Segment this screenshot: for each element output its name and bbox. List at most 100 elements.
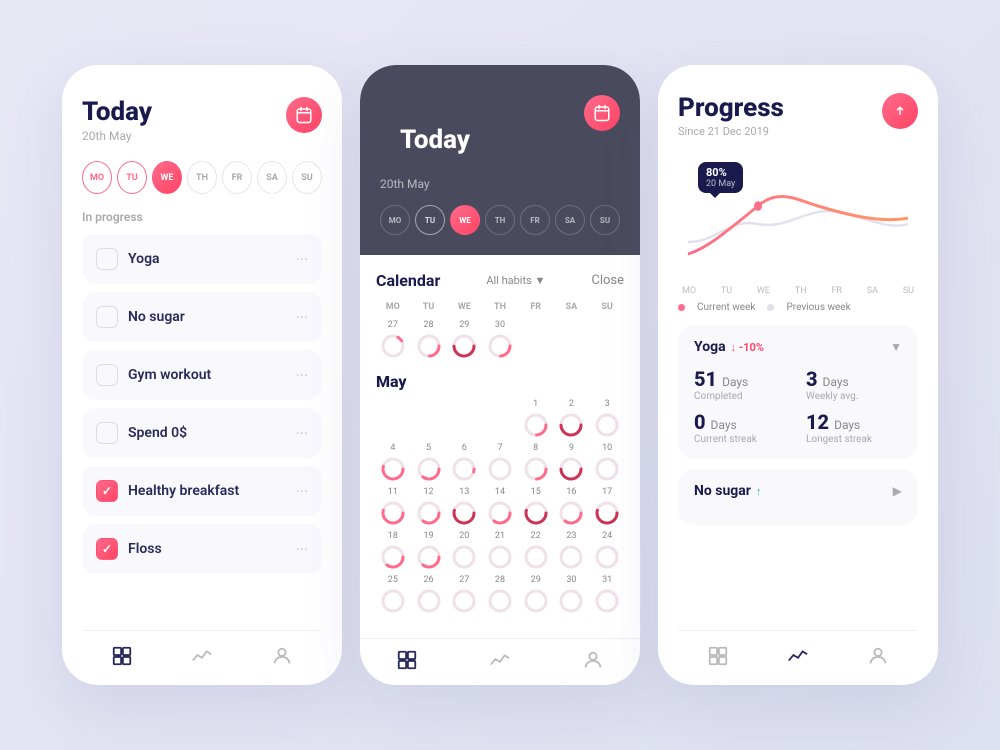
mid-day-sa[interactable]: SA [555,205,585,235]
mid-nav-profile[interactable] [582,649,604,671]
mid-day-tu[interactable]: TU [415,205,445,235]
mid-bottom-nav [360,638,640,685]
day-mo[interactable]: MO [82,161,112,194]
cal-cell-18[interactable]: 18 [376,531,410,571]
cal-cell-28[interactable]: 28 [412,320,446,360]
cal-cell-16[interactable]: 16 [555,487,589,527]
cal-cell-3[interactable]: 3 [590,399,624,439]
cal-cell-7[interactable]: 7 [483,443,517,483]
habit-no-sugar[interactable]: No sugar ··· [82,292,322,342]
cal-cell-9[interactable]: 9 [555,443,589,483]
cal-cell-5[interactable]: 5 [412,443,446,483]
tooltip-date: 20 May [706,179,735,189]
chart-tooltip: 80% 20 May [698,162,743,193]
day-th[interactable]: TH [187,161,217,194]
yoga-completed: 51 Days Completed [694,367,790,402]
mid-day-we[interactable]: WE [450,205,480,235]
cal-cell-31[interactable]: 31 [590,575,624,615]
habit-spend[interactable]: Spend 0$ ··· [82,408,322,458]
yoga-menu[interactable]: ··· [295,250,308,269]
no-sugar-expand[interactable]: ▶ [893,484,902,498]
yoga-check[interactable] [96,248,118,270]
no-sugar-check[interactable] [96,306,118,328]
no-sugar-menu[interactable]: ··· [295,308,308,327]
cal-cell-6[interactable]: 6 [447,443,481,483]
nav-tasks[interactable] [111,645,133,667]
cal-title: Calendar [376,271,440,290]
cal-cell-30[interactable]: 30 [483,320,517,360]
cal-cell-11[interactable]: 11 [376,487,410,527]
cal-close[interactable]: Close [591,273,624,288]
mid-day-fr[interactable]: FR [520,205,550,235]
mid-nav-tasks[interactable] [396,649,418,671]
cal-cell-20[interactable]: 20 [447,531,481,571]
mid-nav-progress[interactable] [489,649,511,671]
cal-cell-25[interactable]: 25 [376,575,410,615]
cal-cell-23[interactable]: 23 [555,531,589,571]
right-nav-tasks[interactable] [707,645,729,667]
habit-breakfast[interactable]: Healthy breakfast ··· [82,466,322,516]
cal-cell-15[interactable]: 15 [519,487,553,527]
cal-cell-12[interactable]: 12 [412,487,446,527]
cal-cell-27b[interactable]: 27 [447,575,481,615]
day-fr[interactable]: FR [222,161,252,194]
cal-cell-19[interactable]: 19 [412,531,446,571]
nav-profile[interactable] [271,645,293,667]
cal-cell-2[interactable]: 2 [555,399,589,439]
cal-cell-22[interactable]: 22 [519,531,553,571]
cal-cell-14[interactable]: 14 [483,487,517,527]
cal-e3 [447,399,481,439]
nav-progress[interactable] [191,645,213,667]
floss-menu[interactable]: ··· [295,540,308,559]
cal-cell-27[interactable]: 27 [376,320,410,360]
yoga-stats-grid: 51 Days Completed 3 Days Weekly avg. 0 D… [694,367,902,445]
cal-cell-21[interactable]: 21 [483,531,517,571]
habit-floss[interactable]: Floss ··· [82,524,322,574]
chart-day-su: SU [903,286,914,296]
mid-calendar-button[interactable] [584,95,620,131]
spend-name: Spend 0$ [128,425,285,441]
cal-cell-17[interactable]: 17 [590,487,624,527]
chart-day-fr: FR [831,286,842,296]
cal-cell-13[interactable]: 13 [447,487,481,527]
mid-day-th[interactable]: TH [485,205,515,235]
cal-cell-26[interactable]: 26 [412,575,446,615]
cal-cell-8[interactable]: 8 [519,443,553,483]
cal-cell-28b[interactable]: 28 [483,575,517,615]
mid-day-mo[interactable]: MO [380,205,410,235]
breakfast-menu[interactable]: ··· [295,482,308,501]
calendar-button[interactable] [286,97,322,133]
spend-menu[interactable]: ··· [295,424,308,443]
cal-cell-24[interactable]: 24 [590,531,624,571]
floss-check[interactable] [96,538,118,560]
spend-check[interactable] [96,422,118,444]
gym-menu[interactable]: ··· [295,366,308,385]
mid-title: Today [380,95,490,175]
gym-check[interactable] [96,364,118,386]
cal-hdr-th: TH [483,300,517,316]
cal-filter[interactable]: All habits ▼ [486,274,545,287]
habit-gym[interactable]: Gym workout ··· [82,350,322,400]
mid-day-su[interactable]: SU [590,205,620,235]
cal-cell-10[interactable]: 10 [590,443,624,483]
day-su[interactable]: SU [292,161,322,194]
yoga-weekly-num: 3 Days [806,367,902,391]
yoga-longest-num: 12 Days [806,410,902,434]
breakfast-check[interactable] [96,480,118,502]
cal-cell-29[interactable]: 29 [447,320,481,360]
left-title-block: Today 20th May [82,97,152,143]
right-icon-button[interactable] [882,93,918,129]
yoga-expand[interactable]: ▼ [890,340,902,354]
cal-cell-4[interactable]: 4 [376,443,410,483]
right-nav-progress[interactable] [787,645,809,667]
habit-yoga[interactable]: Yoga ··· [82,234,322,284]
cal-cell-30b[interactable]: 30 [555,575,589,615]
right-nav-profile[interactable] [867,645,889,667]
tooltip-percent: 80% [706,166,735,179]
day-we[interactable]: WE [152,161,182,194]
cal-cell-29b[interactable]: 29 [519,575,553,615]
day-sa[interactable]: SA [257,161,287,194]
left-day-pills: MO TU WE TH FR SA SU [82,161,322,194]
cal-cell-1[interactable]: 1 [519,399,553,439]
day-tu[interactable]: TU [117,161,147,194]
